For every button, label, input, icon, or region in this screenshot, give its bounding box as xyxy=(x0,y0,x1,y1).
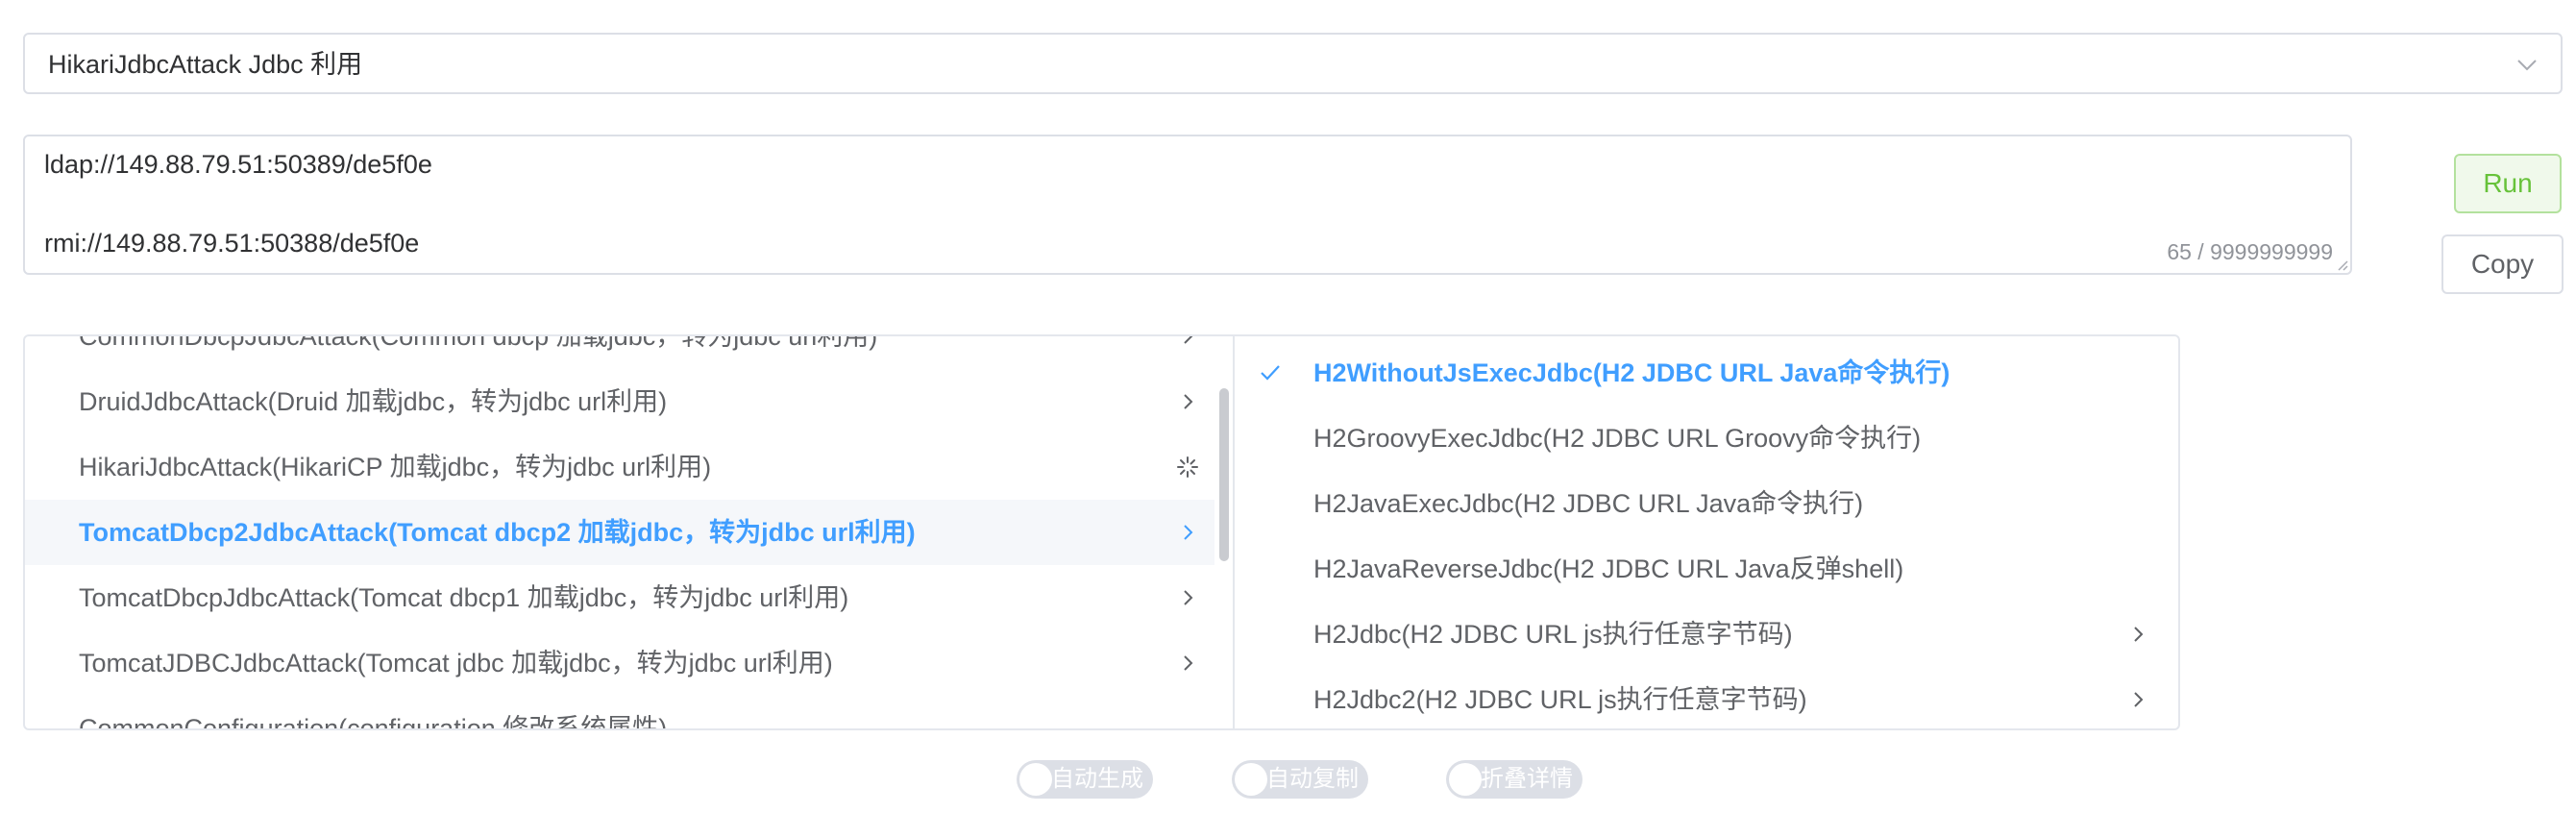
cascader-panel-attacks: CommonDbcpJdbcAttack(Common dbcp 加载jdbc，… xyxy=(25,336,1235,728)
payload-url-textarea[interactable]: ldap://149.88.79.51:50389/de5f0e rmi://1… xyxy=(23,135,2352,275)
attack-type-select[interactable]: HikariJdbcAttack Jdbc 利用 xyxy=(23,33,2563,94)
option-label: TomcatDbcp2JdbcAttack(Tomcat dbcp2 加载jdb… xyxy=(79,518,916,547)
chevron-down-icon xyxy=(2517,60,2537,71)
cascader-dropdown: CommonDbcpJdbcAttack(Common dbcp 加载jdbc，… xyxy=(23,334,2180,730)
char-count: 65 / 9999999999 xyxy=(2167,239,2333,264)
option-label: H2WithoutJsExecJdbc(H2 JDBC URL Java命令执行… xyxy=(1313,358,1950,387)
option-label: H2GroovyExecJdbc(H2 JDBC URL Groovy命令执行) xyxy=(1313,424,1922,453)
option-label: CommonDbcpJdbcAttack(Common dbcp 加载jdbc，… xyxy=(79,336,878,351)
chevron-right-icon xyxy=(2134,692,2144,707)
cascader-option-h2-java-exec[interactable]: H2JavaExecJdbc(H2 JDBC URL Java命令执行) xyxy=(1235,471,2178,536)
chevron-right-icon xyxy=(1184,394,1193,409)
resize-handle-icon[interactable] xyxy=(2335,258,2348,271)
option-label: HikariJdbcAttack(HikariCP 加载jdbc，转为jdbc … xyxy=(79,453,712,481)
collapse-detail-switch[interactable]: 折叠详情 xyxy=(1446,760,1585,799)
attack-type-select-value: HikariJdbcAttack Jdbc 利用 xyxy=(48,50,363,79)
chevron-right-icon xyxy=(1184,655,1193,671)
ldap-url-line: ldap://149.88.79.51:50389/de5f0e xyxy=(44,150,432,179)
cascader-option-h2-without-js-exec[interactable]: H2WithoutJsExecJdbc(H2 JDBC URL Java命令执行… xyxy=(1235,340,2178,406)
option-label: CommonConfiguration(configuration 修改系统属性… xyxy=(79,714,668,728)
switch-knob xyxy=(1235,763,1267,796)
option-label: H2JavaExecJdbc(H2 JDBC URL Java命令执行) xyxy=(1313,489,1864,518)
switch-knob xyxy=(1019,763,1052,796)
collapse-detail-label: 折叠详情 xyxy=(1481,766,1573,792)
chevron-right-icon xyxy=(1184,590,1193,605)
option-label: TomcatJDBCJdbcAttack(Tomcat jdbc 加载jdbc，… xyxy=(79,649,833,678)
auto-copy-label: 自动复制 xyxy=(1266,766,1359,792)
option-label: H2Jdbc(H2 JDBC URL js执行任意字节码) xyxy=(1313,620,1793,649)
run-button[interactable]: Run xyxy=(2454,154,2562,213)
cascader-option-tomcat-dbcp1[interactable]: TomcatDbcpJdbcAttack(Tomcat dbcp1 加载jdbc… xyxy=(25,565,1214,630)
rmi-url-line: rmi://149.88.79.51:50388/de5f0e xyxy=(44,229,420,258)
cascader-panel-gadgets: H2WithoutJsExecJdbc(H2 JDBC URL Java命令执行… xyxy=(1235,336,2178,728)
option-label: TomcatDbcpJdbcAttack(Tomcat dbcp1 加载jdbc… xyxy=(79,583,849,612)
auto-copy-switch[interactable]: 自动复制 xyxy=(1232,760,1371,799)
cascader-option-tomcat-jdbc[interactable]: TomcatJDBCJdbcAttack(Tomcat jdbc 加载jdbc，… xyxy=(25,630,1214,696)
scrollbar-thumb[interactable] xyxy=(1219,388,1229,561)
cascader-option-tomcat-dbcp2[interactable]: TomcatDbcp2JdbcAttack(Tomcat dbcp2 加载jdb… xyxy=(25,500,1214,565)
cascader-option-common-dbcp[interactable]: CommonDbcpJdbcAttack(Common dbcp 加载jdbc，… xyxy=(25,336,1214,369)
cascader-option-h2-jdbc2[interactable]: H2Jdbc2(H2 JDBC URL js执行任意字节码) xyxy=(1235,667,2178,728)
auto-generate-label: 自动生成 xyxy=(1051,766,1143,792)
cascader-option-h2-java-reverse[interactable]: H2JavaReverseJdbc(H2 JDBC URL Java反弹shel… xyxy=(1235,536,2178,602)
cascader-option-common-configuration[interactable]: CommonConfiguration(configuration 修改系统属性… xyxy=(25,696,1214,728)
option-label: H2JavaReverseJdbc(H2 JDBC URL Java反弹shel… xyxy=(1313,554,1904,583)
auto-generate-switch[interactable]: 自动生成 xyxy=(1017,760,1156,799)
option-label: H2Jdbc2(H2 JDBC URL js执行任意字节码) xyxy=(1313,685,1807,714)
cascader-option-h2-groovy-exec[interactable]: H2GroovyExecJdbc(H2 JDBC URL Groovy命令执行) xyxy=(1235,406,2178,471)
chevron-right-icon xyxy=(2134,627,2144,642)
loading-icon xyxy=(1177,456,1198,478)
cascader-option-hikari[interactable]: HikariJdbcAttack(HikariCP 加载jdbc，转为jdbc … xyxy=(25,434,1214,500)
option-label: DruidJdbcAttack(Druid 加载jdbc，转为jdbc url利… xyxy=(79,387,668,416)
chevron-right-icon xyxy=(1184,336,1193,344)
switch-knob xyxy=(1449,763,1482,796)
check-icon xyxy=(1261,365,1280,381)
chevron-right-icon xyxy=(1184,525,1193,540)
cascader-option-h2-jdbc[interactable]: H2Jdbc(H2 JDBC URL js执行任意字节码) xyxy=(1235,602,2178,667)
cascader-option-druid[interactable]: DruidJdbcAttack(Druid 加载jdbc，转为jdbc url利… xyxy=(25,369,1214,434)
copy-button[interactable]: Copy xyxy=(2441,234,2564,294)
